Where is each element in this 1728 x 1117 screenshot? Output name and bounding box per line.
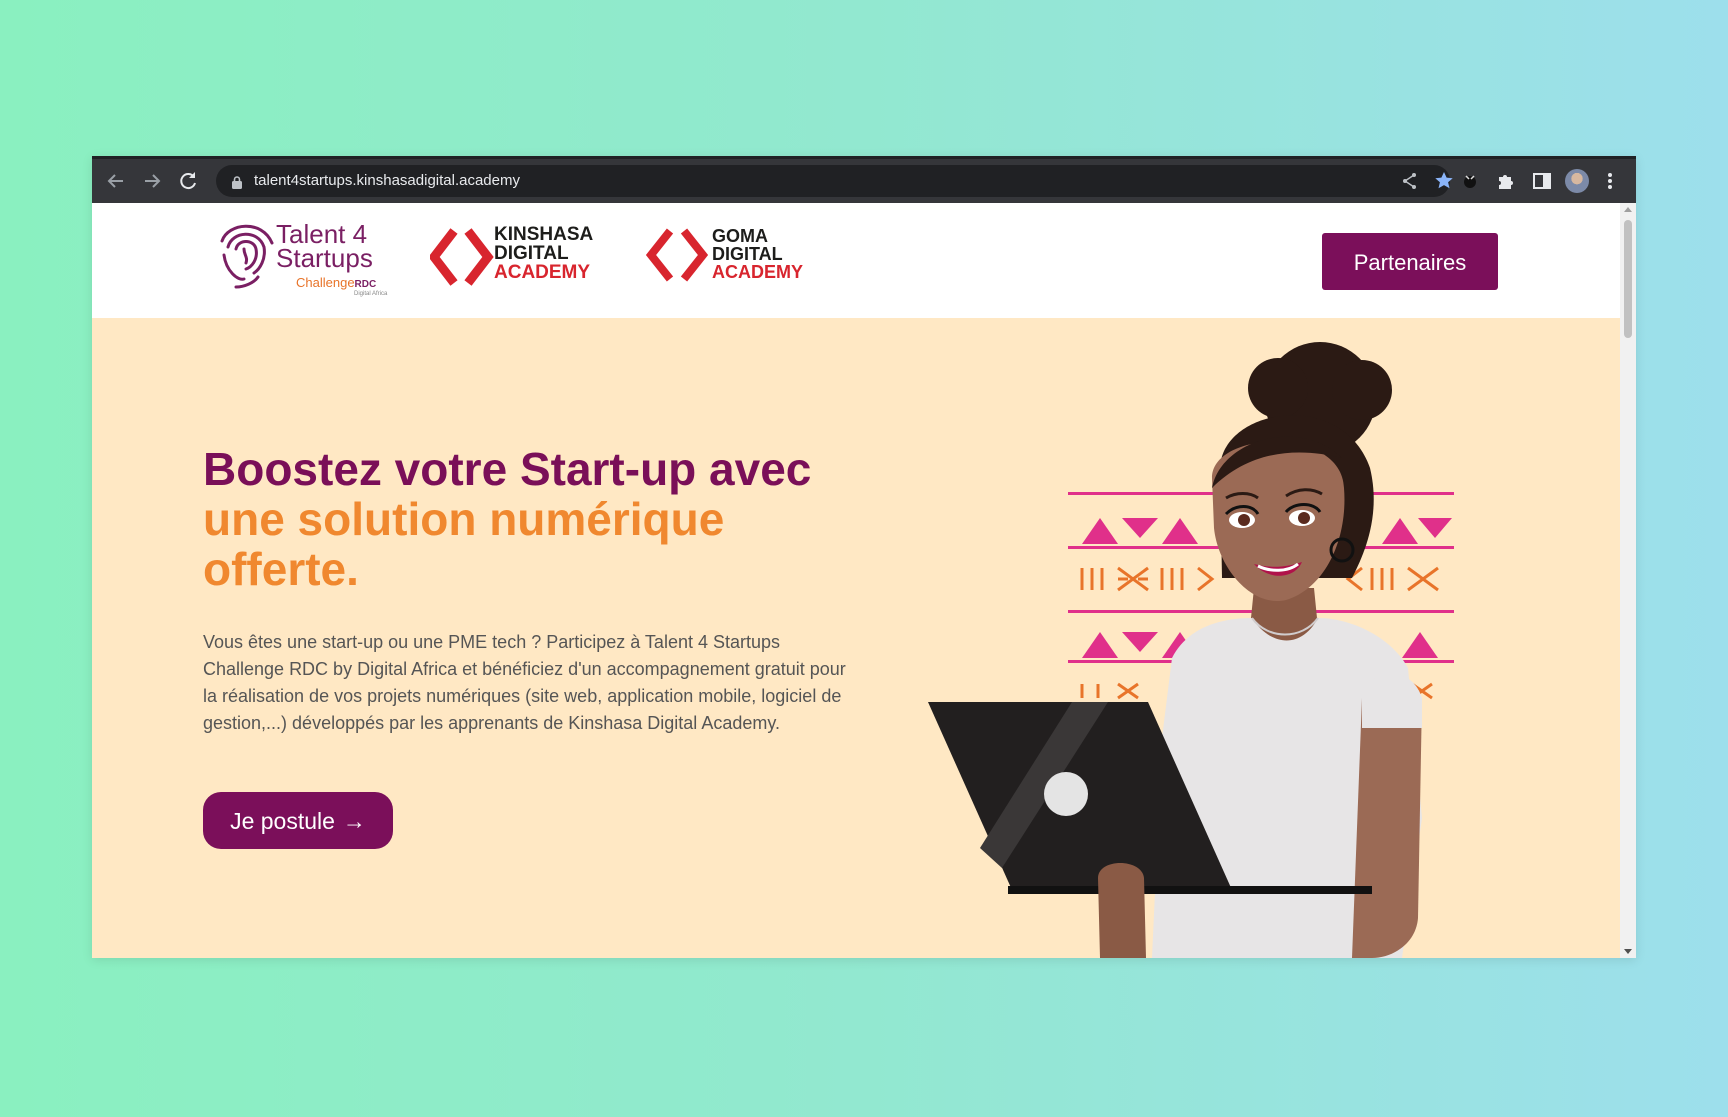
gda-line3: ACADEMY (712, 262, 804, 282)
extension-icon[interactable] (1460, 171, 1480, 195)
scroll-down-icon[interactable] (1624, 949, 1632, 954)
reload-icon[interactable] (176, 169, 200, 193)
back-icon[interactable] (104, 169, 128, 193)
share-icon[interactable] (1400, 171, 1420, 195)
goma-digital-academy-logo[interactable]: GOMA DIGITAL ACADEMY (646, 225, 826, 295)
arrow-right-icon: → (342, 808, 366, 834)
lock-icon (232, 174, 242, 193)
hero-section: Boostez votre Start-up avec une solution… (92, 318, 1620, 958)
browser-toolbar: talent4startups.kinshasadigital.academy (92, 156, 1636, 203)
headline-part1: Boostez votre Start-up avec (203, 443, 812, 495)
forward-icon[interactable] (140, 169, 164, 193)
kinshasa-digital-academy-logo[interactable]: KINSHASA DIGITAL ACADEMY (430, 225, 620, 295)
headline-part2: une solution numérique (203, 493, 725, 545)
apply-button-label: Je postule (230, 808, 335, 834)
puzzle-icon[interactable] (1496, 171, 1516, 195)
kda-line1: KINSHASA (494, 224, 594, 245)
logo-line-startups: Startups (276, 243, 373, 273)
partners-button[interactable]: Partenaires (1322, 233, 1498, 290)
scroll-up-icon[interactable] (1624, 207, 1632, 212)
url-text: talent4startups.kinshasadigital.academy (254, 172, 520, 189)
headline-part3: offerte. (203, 543, 359, 595)
page-viewport: Talent 4 Startups ChallengeRDC Digital A… (92, 203, 1620, 958)
scrollbar-thumb[interactable] (1624, 220, 1632, 338)
kda-line3: ACADEMY (494, 262, 591, 283)
logo-line-challenge: ChallengeRDC (296, 275, 377, 290)
bookmark-star-icon[interactable] (1434, 171, 1454, 195)
vertical-scrollbar[interactable] (1620, 203, 1636, 958)
logo-line-digital-africa: Digital Africa (354, 291, 388, 297)
kda-line2: DIGITAL (494, 243, 569, 264)
hero-illustration (928, 342, 1454, 958)
menu-icon[interactable] (1606, 171, 1614, 195)
talent4startups-logo[interactable]: Talent 4 Startups ChallengeRDC Digital A… (214, 215, 404, 297)
brackets-icon (430, 228, 494, 286)
gda-line1: GOMA (712, 226, 768, 246)
hero-description: Vous êtes une start-up ou une PME tech ?… (203, 632, 846, 733)
apply-button[interactable]: Je postule → (203, 792, 393, 849)
hero-headline: Boostez votre Start-up avec une solution… (203, 444, 903, 594)
brackets-icon (646, 228, 709, 282)
site-header: Talent 4 Startups ChallengeRDC Digital A… (92, 203, 1620, 318)
profile-avatar[interactable] (1565, 169, 1589, 193)
gda-line2: DIGITAL (712, 244, 783, 264)
fingerprint-icon (220, 224, 274, 289)
browser-window: talent4startups.kinshasadigital.academy (92, 156, 1636, 958)
sidepanel-icon[interactable] (1532, 171, 1552, 195)
address-bar[interactable]: talent4startups.kinshasadigital.academy (216, 165, 1453, 197)
